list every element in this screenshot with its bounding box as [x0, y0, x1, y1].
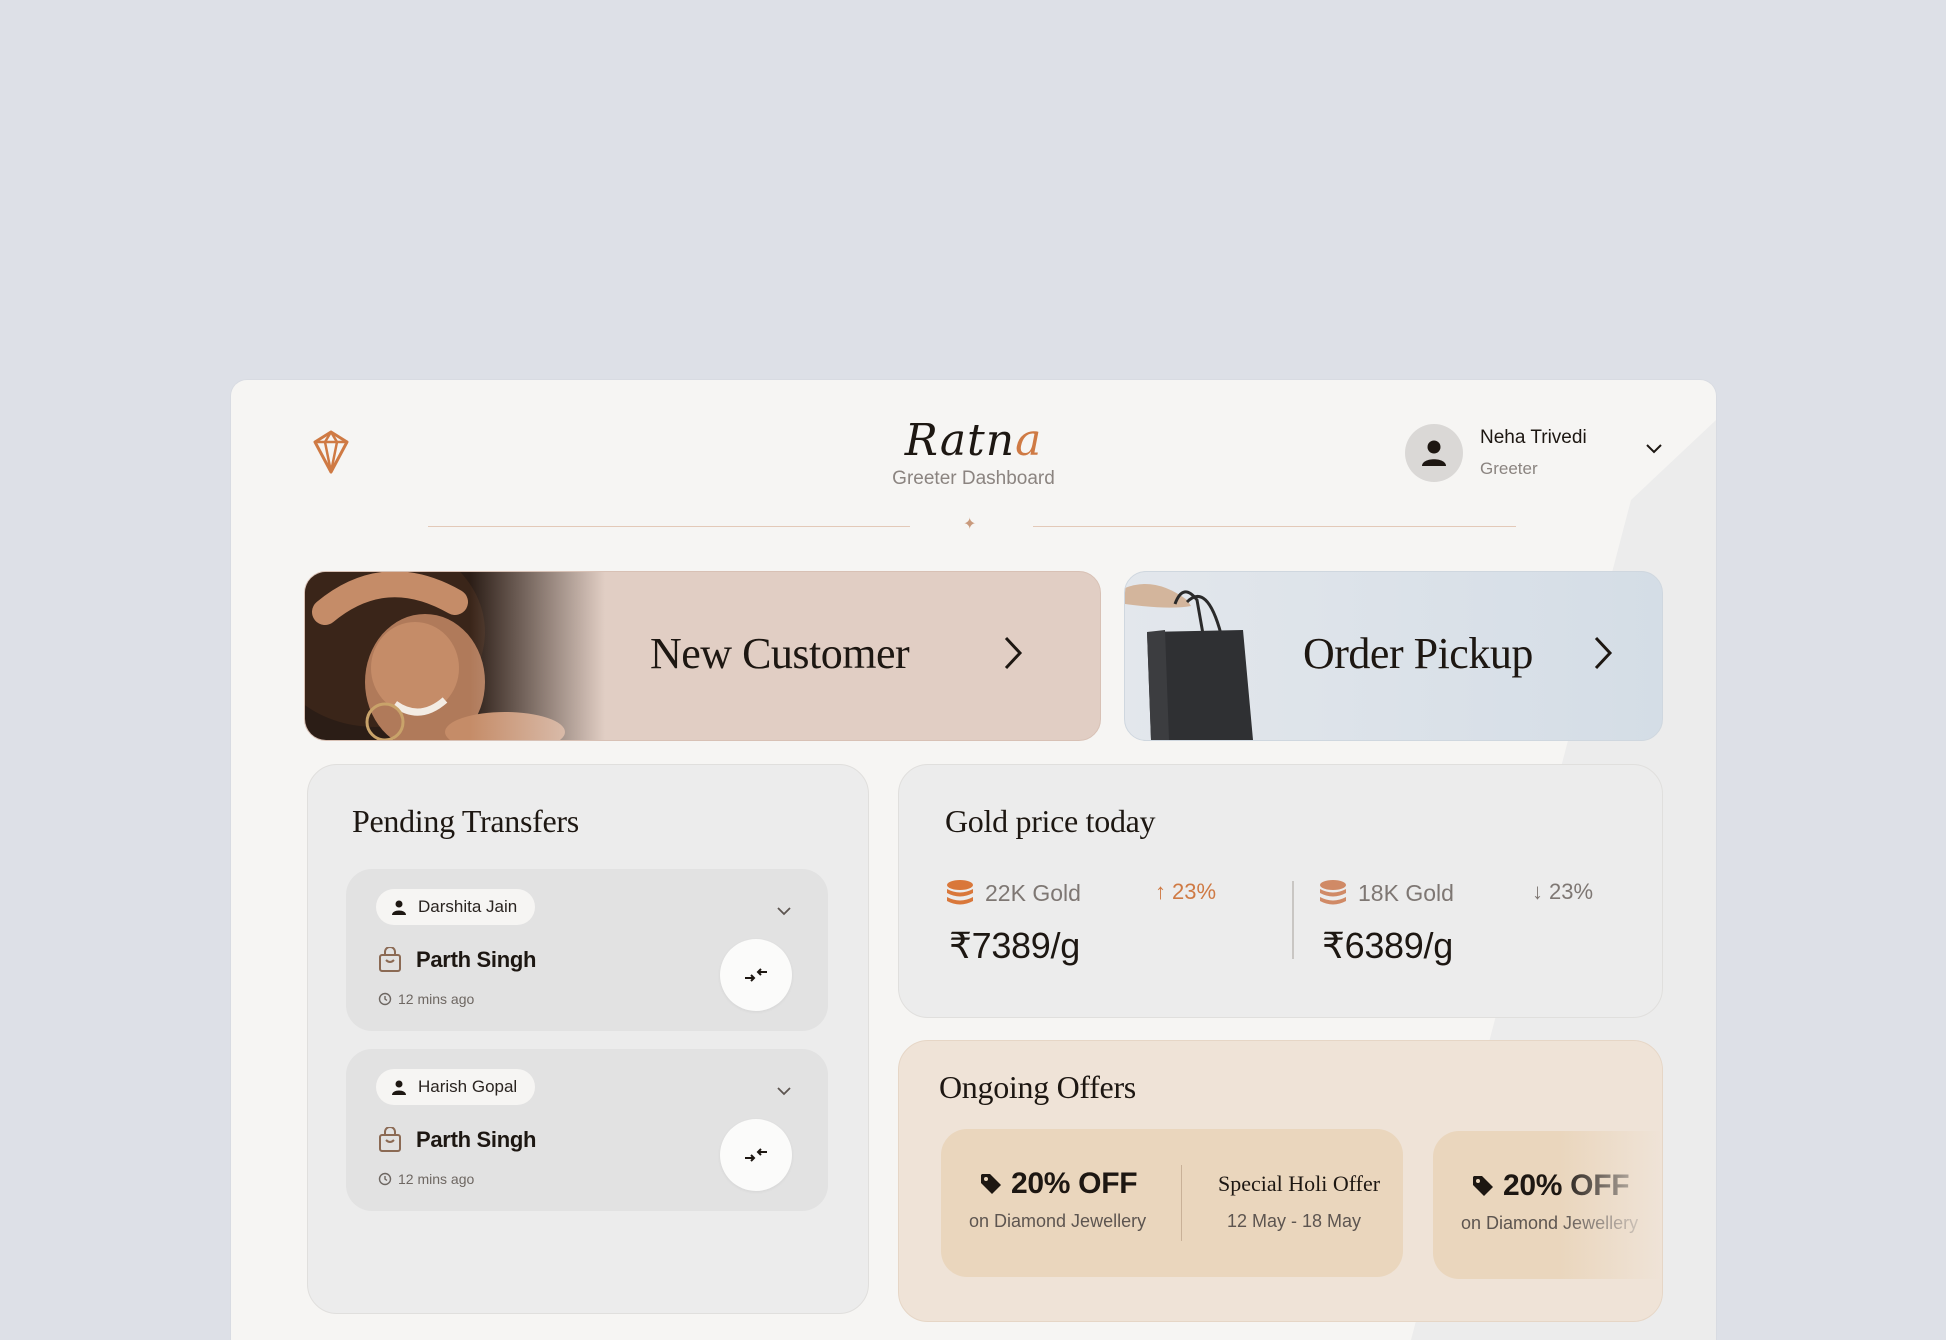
history-icon	[378, 992, 392, 1006]
offer-card[interactable]: 20% OFF on Diamond Jewellery Special Hol…	[941, 1129, 1403, 1277]
person-icon	[392, 1080, 406, 1095]
gold-22k-label: 22K Gold	[985, 879, 1081, 906]
customer-photo	[305, 572, 605, 740]
time-row: 12 mins ago	[378, 991, 474, 1007]
customer-chip: Darshita Jain	[376, 889, 536, 925]
pending-transfers-title: Pending Transfers	[352, 803, 579, 839]
app-title-main: Ratn	[904, 415, 1016, 466]
customer-name: Darshita Jain	[418, 897, 518, 916]
chevron-right-icon	[1591, 634, 1615, 677]
gold-22k-change-row: ↑ 23%	[1155, 879, 1216, 905]
coin-stack-icon	[1320, 880, 1346, 905]
sparkle-icon: ✦	[963, 516, 977, 533]
offer-subtitle: on Diamond Jewellery	[969, 1211, 1147, 1231]
shopping-bag-icon	[379, 947, 401, 972]
staff-row: Parth Singh	[378, 947, 536, 973]
shopping-bag-icon	[379, 1127, 401, 1152]
gold-price-title: Gold price today	[945, 803, 1156, 839]
divider-left	[428, 526, 910, 527]
transfer-card[interactable]: Harish Gopal Parth Singh 12 mins ago	[346, 1049, 828, 1211]
gold-22k-change: 23%	[1172, 879, 1217, 904]
chevron-right-icon	[1001, 634, 1025, 677]
app-title-accent: a	[1015, 415, 1043, 466]
accept-transfer-button[interactable]	[720, 939, 792, 1011]
person-icon	[1422, 440, 1446, 466]
order-pickup-label: Order Pickup	[1303, 629, 1533, 678]
transfer-card[interactable]: Darshita Jain Parth Singh 12 mins ago	[346, 869, 828, 1031]
person-icon	[392, 900, 406, 915]
shopping-bag-photo	[1125, 584, 1253, 740]
gold-22k-label-row: 22K Gold	[945, 878, 1081, 908]
time-row: 12 mins ago	[378, 1171, 474, 1187]
offer-discount: 20% OFF	[1011, 1167, 1138, 1200]
gold-18k-change: 23%	[1549, 879, 1594, 904]
arrow-down-icon: ↓	[1532, 879, 1543, 904]
new-customer-card[interactable]: New Customer	[304, 571, 1101, 741]
staff-row: Parth Singh	[378, 1127, 536, 1153]
gold-18k-change-row: ↓ 23%	[1532, 879, 1593, 905]
offer-name: Special Holi Offer	[1218, 1171, 1381, 1196]
divider-right	[1033, 526, 1516, 527]
avatar[interactable]	[1405, 424, 1463, 482]
chevron-down-icon[interactable]	[776, 903, 792, 921]
customer-name: Harish Gopal	[418, 1077, 518, 1096]
price-tag-icon	[981, 1174, 1001, 1194]
offers-scroll-fade	[1559, 1041, 1662, 1321]
customer-chip: Harish Gopal	[376, 1069, 536, 1105]
coin-stack-icon	[947, 880, 973, 905]
gold-18k-label: 18K Gold	[1358, 879, 1454, 906]
offer-discount-row: 20% OFF	[979, 1167, 1138, 1201]
user-menu[interactable]: Neha Trivedi Greeter	[1405, 424, 1587, 482]
gold-price-panel: Gold price today 22K Gold ↑ 23% ₹7389/g …	[898, 764, 1663, 1018]
staff-name: Parth Singh	[416, 1127, 537, 1152]
transfer-time: 12 mins ago	[398, 991, 475, 1007]
transfer-time: 12 mins ago	[398, 1171, 475, 1187]
chevron-down-icon[interactable]	[1645, 442, 1663, 460]
offer-divider	[1181, 1165, 1182, 1241]
new-customer-label: New Customer	[650, 629, 910, 678]
arrow-up-icon: ↑	[1155, 879, 1166, 904]
order-pickup-card[interactable]: Order Pickup	[1124, 571, 1663, 741]
accept-transfer-button[interactable]	[720, 1119, 792, 1191]
offer-dates: 12 May - 18 May	[1227, 1211, 1362, 1231]
pending-transfers-panel: Pending Transfers Darshita Jain Parth Si…	[307, 764, 869, 1314]
transfer-arrows-icon	[745, 968, 767, 982]
gold-18k-price: ₹6389/g	[1322, 925, 1453, 966]
history-icon	[378, 1172, 392, 1186]
ongoing-offers-title: Ongoing Offers	[939, 1069, 1136, 1105]
staff-name: Parth Singh	[416, 947, 537, 972]
gold-divider	[1292, 881, 1294, 959]
gold-22k-price: ₹7389/g	[949, 925, 1080, 966]
ongoing-offers-panel: Ongoing Offers 20% OFF on Diamond Jewell…	[898, 1040, 1663, 1322]
dashboard-window: Ratna Greeter Dashboard ✦ Neha Trivedi G…	[231, 380, 1716, 1340]
chevron-down-icon[interactable]	[776, 1083, 792, 1101]
transfer-arrows-icon	[745, 1148, 767, 1162]
user-info: Neha Trivedi Greeter	[1480, 427, 1587, 479]
user-role: Greeter	[1480, 459, 1538, 478]
gold-18k-label-row: 18K Gold	[1318, 878, 1454, 908]
price-tag-icon	[1473, 1176, 1493, 1196]
user-name: Neha Trivedi	[1480, 427, 1587, 448]
